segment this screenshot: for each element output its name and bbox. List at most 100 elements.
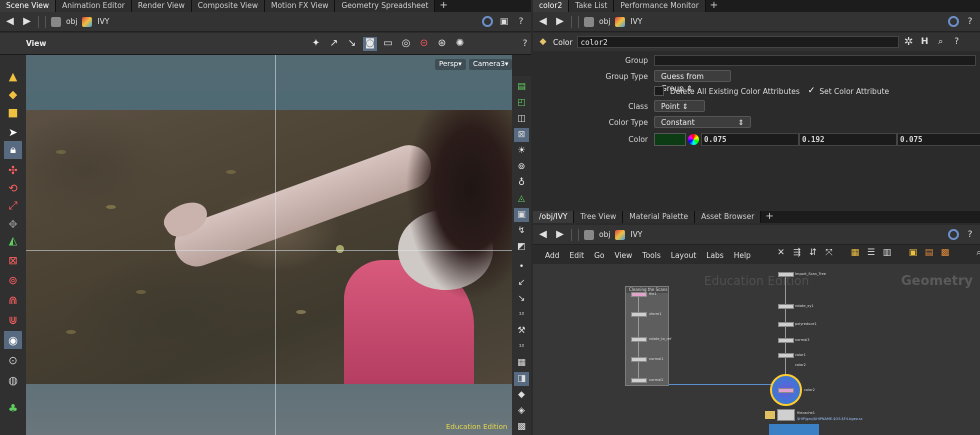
help-icon[interactable]: ? xyxy=(951,36,963,48)
tab-color2[interactable]: color2 xyxy=(533,0,570,12)
back-arrow-icon[interactable]: ◀ xyxy=(537,16,549,28)
cube-icon[interactable]: ▣ xyxy=(498,16,510,28)
select-mode-icon[interactable]: ▲ xyxy=(4,67,22,85)
color-g-field[interactable]: 0.192 xyxy=(799,132,897,146)
path-context[interactable]: obj xyxy=(599,230,610,239)
scale-tool-icon[interactable]: ⤢ xyxy=(4,197,22,215)
help-h-icon[interactable]: H xyxy=(919,36,931,48)
tab-scene-view[interactable]: Scene View xyxy=(0,0,57,12)
rotate-tool-icon[interactable]: ⟲ xyxy=(4,179,22,197)
node-normal1[interactable] xyxy=(631,357,647,362)
counter-alt-icon[interactable]: ¹² xyxy=(514,340,529,354)
node-polyreduce1[interactable] xyxy=(778,322,794,327)
light-icon[interactable]: ✺ xyxy=(453,37,467,51)
align-icon[interactable]: ⇵ xyxy=(807,247,819,259)
menu-layout[interactable]: Layout xyxy=(671,251,697,260)
snap-point-icon[interactable]: ⊚ xyxy=(4,271,22,289)
add-tab-button[interactable]: + xyxy=(435,0,451,12)
arrow-icon[interactable]: ↘ xyxy=(345,37,359,51)
group-dropdown-icon[interactable]: ▾ xyxy=(976,54,980,66)
color-r-field[interactable]: 0.075 xyxy=(701,132,799,146)
ghost-icon[interactable]: ◬ xyxy=(514,192,529,206)
persp-menu-button[interactable]: Persp▾ xyxy=(435,59,466,70)
geo-mode-icon[interactable]: ■ xyxy=(4,103,22,121)
display-icon[interactable]: ▭ xyxy=(381,37,395,51)
visibility-icon[interactable]: ⊙ xyxy=(4,351,22,369)
color-wheel-icon[interactable] xyxy=(688,133,699,145)
columns-icon[interactable]: ▥ xyxy=(881,247,893,259)
grid-icon[interactable]: ▦ xyxy=(514,356,529,370)
menu-view[interactable]: View xyxy=(614,251,632,260)
grid-palette-icon[interactable]: ▦ xyxy=(849,247,861,259)
path-context[interactable]: obj xyxy=(599,17,610,26)
scene-viewport[interactable]: Persp▾ Camera3▾ Education Edition xyxy=(26,55,512,435)
tab-render-view[interactable]: Render View xyxy=(131,0,192,12)
tab-asset-browser[interactable]: Asset Browser xyxy=(695,211,762,223)
help-icon[interactable]: ? xyxy=(964,16,976,28)
render-flat-icon[interactable]: ▩ xyxy=(514,420,529,434)
paint-icon[interactable]: ↘ xyxy=(514,292,529,306)
object-mode-icon[interactable]: ◆ xyxy=(4,85,22,103)
set-attribute-checkbox[interactable]: ✓ xyxy=(808,86,816,96)
shaded-icon[interactable]: ◈ xyxy=(514,404,529,418)
help-icon[interactable]: ? xyxy=(515,16,527,28)
camera-view-icon[interactable]: ◉ xyxy=(4,331,22,349)
path-node[interactable]: IVY xyxy=(630,230,642,239)
tab-performance-monitor[interactable]: Performance Monitor xyxy=(614,0,706,12)
group-type-dropdown[interactable]: Guess from Group ⇕ xyxy=(654,70,731,93)
node-filecache1[interactable] xyxy=(777,409,795,421)
pointer-icon[interactable]: ➤ xyxy=(4,123,22,141)
network-box[interactable]: Cleaning the Scans xyxy=(625,286,669,386)
pin-icon[interactable] xyxy=(482,16,493,27)
dot-icon[interactable]: • xyxy=(514,260,529,274)
tab-material-palette[interactable]: Material Palette xyxy=(623,211,696,223)
group-field[interactable] xyxy=(654,54,976,66)
back-arrow-icon[interactable]: ◀ xyxy=(537,229,549,241)
tool-icon[interactable]: ⚒ xyxy=(514,324,529,338)
node-normal3[interactable] xyxy=(778,338,794,343)
network-box-icon[interactable]: ▤ xyxy=(923,247,935,259)
forward-arrow-icon[interactable]: ▶ xyxy=(554,229,566,241)
tab-motion-fx-view[interactable]: Motion FX View xyxy=(265,0,336,12)
light-bulb-icon[interactable]: ♁ xyxy=(514,176,529,190)
node-xform1[interactable] xyxy=(631,312,647,317)
help-icon[interactable]: ? xyxy=(964,229,976,241)
bulb-icon[interactable]: ⊚ xyxy=(514,160,529,174)
snap-grid-icon[interactable]: ⊠ xyxy=(4,251,22,269)
path-node[interactable]: IVY xyxy=(630,17,642,26)
search-icon[interactable]: ⌕ xyxy=(935,36,947,48)
add-tab-button[interactable]: + xyxy=(706,0,722,12)
forward-arrow-icon[interactable]: ▶ xyxy=(554,16,566,28)
magnet-alt-icon[interactable]: ⋓ xyxy=(4,311,22,329)
snap-icon[interactable]: ◎ xyxy=(399,37,413,51)
color-type-dropdown[interactable]: Constant ⇕ xyxy=(654,116,751,128)
class-dropdown[interactable]: Point ⇕ xyxy=(654,100,705,112)
sticky-note-icon[interactable]: ▣ xyxy=(907,247,919,259)
tab-take-list[interactable]: Take List xyxy=(569,0,615,12)
menu-help[interactable]: Help xyxy=(734,251,751,260)
tab-tree-view[interactable]: Tree View xyxy=(574,211,624,223)
color-swatch[interactable] xyxy=(654,132,686,146)
forward-arrow-icon[interactable]: ▶ xyxy=(21,16,33,28)
tab-animation-editor[interactable]: Animation Editor xyxy=(56,0,132,12)
camera-link-icon[interactable]: ↯ xyxy=(514,224,529,238)
wire-icon[interactable]: ◫ xyxy=(514,112,529,126)
path-context[interactable]: obj xyxy=(66,17,77,26)
tab-geometry-spreadsheet[interactable]: Geometry Spreadsheet xyxy=(335,0,436,12)
delete-attributes-checkbox[interactable] xyxy=(654,86,664,96)
tab-network[interactable]: /obj/IVY xyxy=(533,211,575,223)
wireframe-icon[interactable]: ◨ xyxy=(514,372,529,386)
menu-labs[interactable]: Labs xyxy=(706,251,723,260)
back-arrow-icon[interactable]: ◀ xyxy=(4,16,16,28)
path-node[interactable]: IVY xyxy=(97,17,109,26)
lock-icon[interactable]: 🔒︎ xyxy=(4,141,22,159)
fit-icon[interactable]: ⤧ xyxy=(823,247,835,259)
brush-icon[interactable]: ↙ xyxy=(514,276,529,290)
vector-icon[interactable]: ◆ xyxy=(514,388,529,402)
node-rotate-to-ref[interactable] xyxy=(631,337,647,342)
image-icon[interactable]: ▩ xyxy=(939,247,951,259)
menu-tools[interactable]: Tools xyxy=(642,251,660,260)
pin-icon[interactable] xyxy=(948,229,959,240)
tab-composite-view[interactable]: Composite View xyxy=(191,0,265,12)
list-icon[interactable]: ☰ xyxy=(865,247,877,259)
